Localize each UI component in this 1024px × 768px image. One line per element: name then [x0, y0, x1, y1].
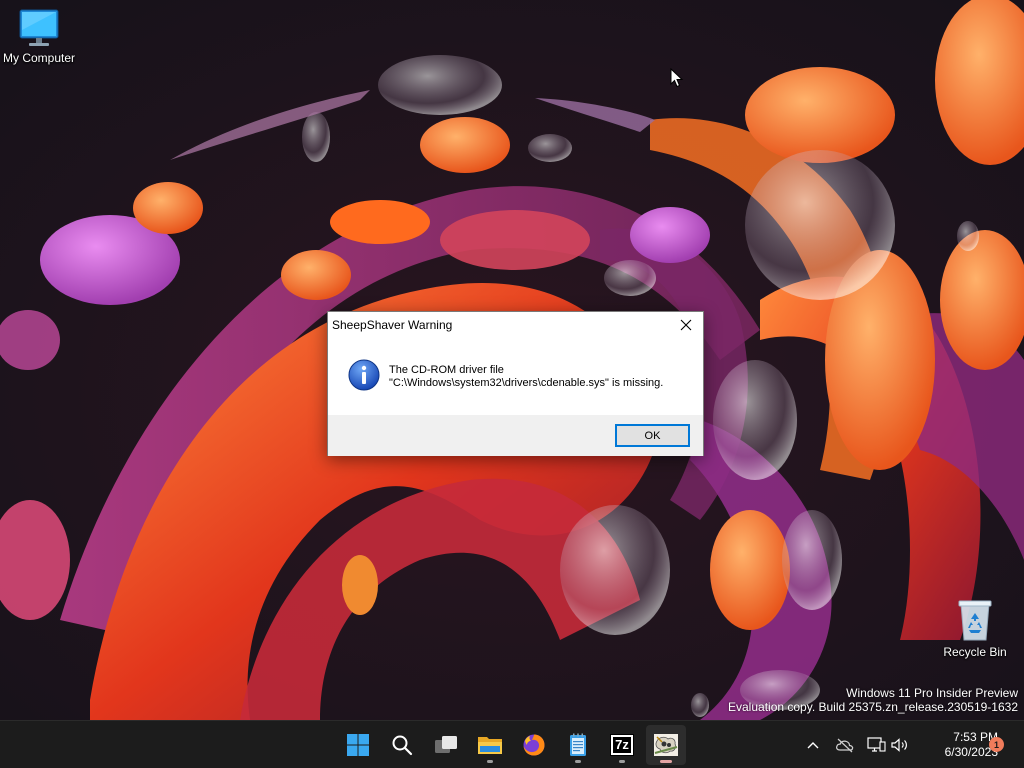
taskbar-notepad-button[interactable]: [558, 725, 598, 765]
dialog-title-bar[interactable]: SheepShaver Warning: [328, 312, 703, 338]
dialog-message: The CD-ROM driver file "C:\Windows\syste…: [389, 364, 663, 390]
tray-volume-button[interactable]: [890, 735, 910, 755]
desktop-icon-label: Recycle Bin: [943, 645, 1007, 659]
taskbar-file-explorer-button[interactable]: [470, 725, 510, 765]
notepad-icon: [570, 733, 586, 756]
dialog-button-area: OK: [328, 415, 703, 456]
tray-network-button[interactable]: [866, 735, 886, 755]
dialog-close-button[interactable]: [669, 312, 703, 338]
taskbar-clock[interactable]: 7:53 PM 6/30/2023: [918, 730, 998, 760]
desktop-icon-label: My Computer: [2, 51, 76, 65]
notification-badge[interactable]: 1: [989, 737, 1004, 752]
dialog-message-line-1: The CD-ROM driver file: [389, 364, 504, 376]
clock-time: 7:53 PM: [953, 730, 998, 744]
sheepshaver-icon: [654, 734, 678, 756]
task-view-icon: [435, 736, 457, 753]
info-icon: [348, 359, 380, 391]
clock-date: 6/30/2023: [944, 745, 998, 759]
taskbar-sheepshaver-button[interactable]: [646, 725, 686, 765]
firefox-icon: [523, 734, 545, 756]
monitor-icon: [19, 9, 59, 46]
watermark-line-2: Evaluation copy. Build 25375.zn_release.…: [728, 700, 1018, 714]
7zip-icon-label: 7z: [613, 737, 631, 753]
mouse-cursor-icon: [670, 68, 684, 88]
taskbar-7zip-button[interactable]: 7z: [602, 725, 642, 765]
taskbar-search-button[interactable]: [382, 725, 422, 765]
desktop-icon-my-computer[interactable]: My Computer: [0, 8, 82, 65]
cloud-offline-icon: [836, 738, 854, 753]
7zip-icon: 7z: [610, 734, 634, 756]
tray-onedrive-button[interactable]: [835, 735, 855, 755]
running-indicator: [660, 760, 672, 763]
close-icon: [680, 319, 692, 331]
taskbar-firefox-button[interactable]: [514, 725, 554, 765]
dialog-message-line-2: "C:\Windows\system32\drivers\cdenable.sy…: [389, 377, 664, 389]
windows-watermark: Windows 11 Pro Insider Preview Evaluatio…: [728, 686, 1018, 714]
dialog-body: The CD-ROM driver file "C:\Windows\syste…: [328, 338, 703, 415]
dialog-title: SheepShaver Warning: [332, 318, 453, 332]
warning-dialog: SheepShaver Warning The CD-ROM driver fi…: [327, 311, 704, 456]
search-icon: [392, 735, 413, 756]
network-icon: [867, 737, 886, 752]
running-indicator: [487, 760, 493, 763]
taskbar: 7z 7:53 PM 6/30/2023 1: [0, 720, 1024, 768]
tray-show-hidden-button[interactable]: [803, 735, 823, 755]
recycle-bin-icon: [958, 600, 992, 641]
taskbar-start-button[interactable]: [338, 725, 378, 765]
running-indicator: [575, 760, 581, 763]
desktop-icon-recycle-bin[interactable]: Recycle Bin: [932, 598, 1018, 659]
speaker-icon: [891, 738, 907, 752]
ok-button[interactable]: OK: [615, 424, 690, 447]
chevron-up-icon: [807, 742, 819, 749]
folder-icon: [478, 737, 502, 754]
taskbar-task-view-button[interactable]: [426, 725, 466, 765]
windows-start-icon: [347, 734, 369, 756]
running-indicator: [619, 760, 625, 763]
watermark-line-1: Windows 11 Pro Insider Preview: [846, 686, 1018, 700]
